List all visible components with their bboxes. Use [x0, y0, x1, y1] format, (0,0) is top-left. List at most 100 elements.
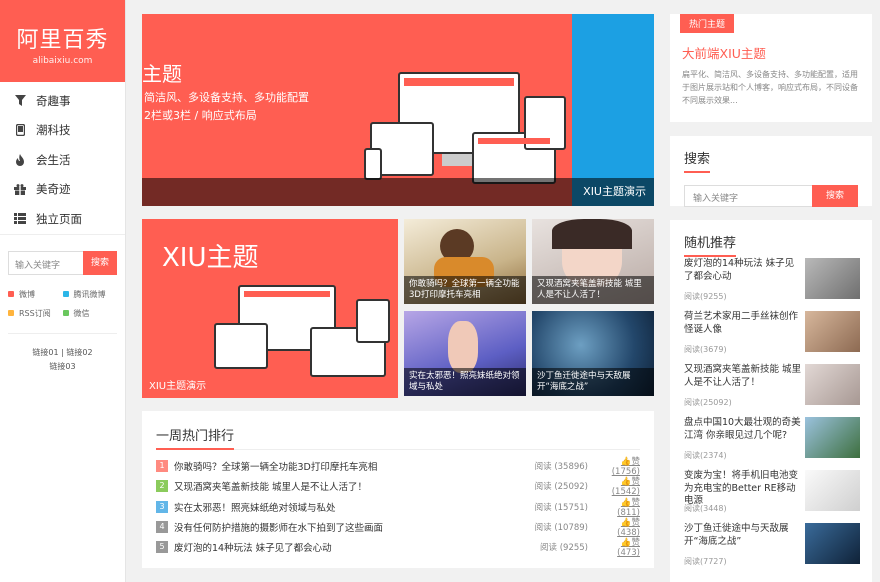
hot-list-row[interactable]: 1 你敢骑吗？全球第一辆全功能3D打印摩托车亮相 阅读 (35896) 👍赞 (175… [156, 455, 640, 477]
friend-links-row2[interactable]: 链接03 [0, 360, 125, 374]
thumb-caption: 沙丁鱼迁徙途中与天敌展开“海底之战” [532, 368, 654, 396]
gift-icon [14, 183, 26, 195]
weibo-icon [8, 291, 14, 297]
social-tencent-weibo[interactable]: 腾讯微博 [62, 289, 118, 300]
random-item-thumbnail[interactable] [805, 417, 860, 458]
hot-row-like-button[interactable]: 👍赞 (473) [596, 536, 640, 558]
site-domain: alibaixiu.com [32, 56, 93, 66]
hot-row-title[interactable]: 你敢骑吗？全球第一辆全功能3D打印摩托车亮相 [174, 459, 534, 473]
hot-row-title[interactable]: 没有任何防护措施的摄影师在水下拍到了这些画面 [174, 520, 534, 534]
banner-caption: XIU主题演示 [583, 185, 646, 198]
nav-item-label: 美奇迹 [36, 182, 71, 197]
nav-item-life[interactable]: 会生活 [0, 145, 125, 175]
site-name: 阿里百秀 [16, 28, 109, 53]
thumb-card[interactable]: 又现酒窝夹笔盖新技能 城里人是不让人活了！ [532, 219, 654, 304]
banner-title: 主题 [142, 62, 182, 86]
random-item[interactable]: 盘点中国10大最壮观的奇美江湾 你亲眼见过几个呢? 阅读(2374) [684, 417, 860, 461]
hot-row-like-button[interactable]: 👍赞 (1756) [596, 455, 640, 477]
random-item-thumbnail[interactable] [805, 364, 860, 405]
thumb-caption: 又现酒窝夹笔盖新技能 城里人是不让人活了！ [532, 276, 654, 304]
hot-row-reads: 阅读 (10789) [534, 523, 588, 534]
hero-banner[interactable]: 主题 简洁风、多设备支持、多功能配置 2栏或3栏 / 响应式布局 XIU主题演示 [142, 14, 654, 206]
hot-row-title[interactable]: 废灯泡的14种玩法 妹子见了都会心动 [174, 540, 534, 554]
thumb-caption: 你敢骑吗？全球第一辆全功能3D打印摩托车亮相 [404, 276, 526, 304]
random-item[interactable]: 废灯泡的14种玩法 妹子见了都会心动 阅读(9255) [684, 258, 860, 302]
hot-row-title[interactable]: 又现酒窝夹笔盖新技能 城里人是不让人活了！ [174, 479, 534, 493]
random-item[interactable]: 又现酒窝夹笔盖新技能 城里人是不让人活了！ 阅读(25092) [684, 364, 860, 408]
thumb-card[interactable]: 实在太邪恶！照亮妹纸绝对领域与私处 [404, 311, 526, 396]
hot-row-like-button[interactable]: 👍赞 (1542) [596, 475, 640, 497]
hot-theme-widget: 热门主题 大前端XIU主题 扁平化、简洁风、多设备支持、多功能配置，适用于图片展… [670, 14, 872, 122]
random-item[interactable]: 变废为宝！将手机旧电池变为充电宝的Better RE移动电源 阅读(3448) [684, 470, 860, 514]
hot-row-reads: 阅读 (35896) [534, 462, 588, 473]
banner-line2: 2栏或3栏 / 响应式布局 [144, 109, 257, 122]
random-widget: 随机推荐 废灯泡的14种玩法 妹子见了都会心动 阅读(9255) 荷兰艺术家用二手丝… [670, 220, 872, 582]
sidebar-search-input[interactable]: 输入关键字 [8, 250, 83, 275]
thumb-card[interactable]: 沙丁鱼迁徙途中与天敌展开“海底之战” [532, 311, 654, 396]
hot-list-row[interactable]: 2 又现酒窝夹笔盖新技能 城里人是不让人活了！ 阅读 (25092) 👍赞 (1542… [156, 475, 640, 497]
thumbs-up-icon: 👍 [620, 457, 632, 468]
rank-badge: 2 [156, 480, 168, 493]
sidebar-search-button[interactable]: 搜索 [83, 250, 117, 275]
rank-badge: 3 [156, 500, 168, 513]
thumb-caption: 实在太邪恶！照亮妹纸绝对领域与私处 [404, 368, 526, 396]
random-item-thumbnail[interactable] [805, 258, 860, 299]
random-title-text: 随机推荐 [684, 232, 737, 257]
right-search-button[interactable]: 搜索 [812, 185, 858, 207]
thumbs-up-icon: 👍 [620, 518, 632, 529]
hot-row-like-button[interactable]: 👍赞 (438) [596, 516, 640, 538]
random-item-title[interactable]: 废灯泡的14种玩法 妹子见了都会心动 [684, 258, 802, 283]
site-logo[interactable]: 阿里百秀 alibaixiu.com [0, 0, 125, 82]
hot-list-row[interactable]: 5 废灯泡的14种玩法 妹子见了都会心动 阅读 (9255) 👍赞 (473) [156, 536, 640, 558]
random-item-title[interactable]: 盘点中国10大最壮观的奇美江湾 你亲眼见过几个呢? [684, 417, 802, 442]
random-item-views: 阅读(3448) [684, 504, 727, 513]
random-item-title[interactable]: 变废为宝！将手机旧电池变为充电宝的Better RE移动电源 [684, 470, 802, 508]
tencent-weibo-icon [62, 291, 69, 297]
random-item-thumbnail[interactable] [805, 523, 860, 564]
random-item-thumbnail[interactable] [805, 470, 860, 511]
promo-card[interactable]: XIU主题 XIU主题演示 [142, 219, 398, 398]
social-weibo[interactable]: 微博 [8, 289, 63, 300]
social-label: RSS订阅 [19, 308, 51, 318]
random-item-title[interactable]: 荷兰艺术家用二手丝袜创作怪诞人像 [684, 311, 802, 336]
random-item[interactable]: 沙丁鱼迁徙途中与天敌展开“海底之战” 阅读(7727) [684, 523, 860, 567]
nav-item-tech[interactable]: 潮科技 [0, 116, 125, 146]
random-item-views: 阅读(7727) [684, 557, 727, 566]
right-search-widget: 搜索 输入关键字 搜索 [670, 136, 872, 207]
random-item-title[interactable]: 又现酒窝夹笔盖新技能 城里人是不让人活了！ [684, 364, 802, 389]
random-item-title[interactable]: 沙丁鱼迁徙途中与天敌展开“海底之战” [684, 523, 802, 548]
main-nav: 奇趣事 潮科技 会生活 美奇迹 独立页面 [0, 82, 125, 235]
random-item-views: 阅读(2374) [684, 451, 727, 460]
social-label: 微博 [19, 289, 35, 299]
right-search-input[interactable]: 输入关键字 [684, 185, 812, 207]
hot-theme-body: 大前端XIU主题 扁平化、简洁风、多设备支持、多功能配置，适用于图片展示站和个人… [670, 33, 872, 107]
friend-links-row1[interactable]: 链接01 | 链接02 [0, 346, 125, 360]
right-search-title: 搜索 [670, 136, 872, 173]
thumb-card[interactable]: 你敢骑吗？全球第一辆全功能3D打印摩托车亮相 [404, 219, 526, 304]
social-rss[interactable]: RSS订阅 [8, 308, 63, 319]
social-wechat[interactable]: 微信 [62, 308, 118, 319]
hot-theme-title[interactable]: 大前端XIU主题 [682, 43, 860, 62]
promo-caption: XIU主题演示 [149, 381, 207, 392]
hot-list-row[interactable]: 4 没有任何防护措施的摄影师在水下拍到了这些画面 阅读 (10789) 👍赞 (438… [156, 516, 640, 538]
friend-links: 链接01 | 链接02 链接03 [0, 346, 125, 374]
random-title: 随机推荐 [670, 220, 872, 257]
nav-item-funny[interactable]: 奇趣事 [0, 86, 125, 116]
nav-item-pages[interactable]: 独立页面 [0, 204, 125, 234]
random-item-views: 阅读(3679) [684, 345, 727, 354]
promo-title: XIU主题 [162, 243, 259, 273]
random-item-views: 阅读(25092) [684, 398, 732, 407]
random-item[interactable]: 荷兰艺术家用二手丝袜创作怪诞人像阅读(3679) [684, 311, 860, 355]
hot-row-title[interactable]: 实在太邪恶！照亮妹纸绝对领域与私处 [174, 500, 534, 514]
random-item-thumbnail[interactable] [805, 311, 860, 352]
nav-item-label: 会生活 [36, 152, 71, 167]
rss-icon [8, 310, 14, 316]
rank-badge: 1 [156, 460, 168, 473]
thumbs-up-icon: 👍 [620, 538, 632, 549]
hot-row-like-button[interactable]: 👍赞 (811) [596, 496, 640, 518]
nav-item-label: 潮科技 [36, 123, 71, 138]
sidebar-search: 输入关键字 搜索 [8, 250, 117, 275]
rank-badge: 5 [156, 541, 168, 554]
nav-item-beauty[interactable]: 美奇迹 [0, 175, 125, 205]
hot-list-row[interactable]: 3 实在太邪恶！照亮妹纸绝对领域与私处 阅读 (15751) 👍赞 (811) [156, 496, 640, 518]
